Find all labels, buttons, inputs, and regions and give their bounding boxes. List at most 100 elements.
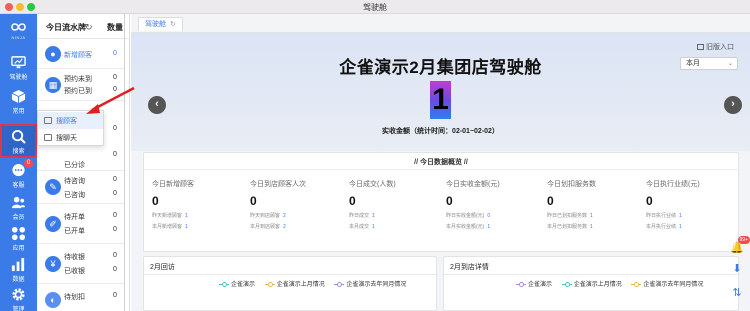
flow-count: 0 (113, 212, 117, 219)
prev-arrow-button[interactable]: ‹ (148, 96, 166, 114)
nav-item-service[interactable]: 0 客服 (0, 158, 37, 192)
stat-sub-value[interactable]: 1 (679, 224, 682, 230)
nav-item-data[interactable]: 数据 (0, 252, 37, 286)
stat-sub-value[interactable]: 1 (185, 224, 188, 230)
stat-sub-label: 本月成交 (349, 224, 370, 230)
legend-marker-icon (264, 281, 275, 287)
old-version-entry[interactable]: 旧版入口 (697, 42, 734, 52)
stat-sub-label: 本月执行业绩 (646, 224, 677, 230)
sort-icon[interactable]: ⇅ (730, 286, 744, 300)
flow-count: 0 (113, 190, 117, 197)
nav-item-common[interactable]: 常用 (0, 84, 37, 118)
legend-item[interactable]: 企雀演示去年同月情况 (334, 279, 406, 288)
stat-sub-value[interactable]: 1 (372, 213, 375, 219)
stat-sub-value[interactable]: 1 (372, 224, 375, 230)
flow-row-new-customer[interactable]: ● 新增顾客 0 (37, 39, 124, 69)
flow-count: 0 (113, 266, 117, 273)
next-arrow-button[interactable]: › (724, 96, 742, 114)
stat-sub-label: 昨天新增顾客 (152, 213, 183, 219)
revenue-counter: 1 (430, 81, 451, 119)
search-chat-item[interactable]: 搜聊天 (38, 129, 103, 146)
infinity-logo-icon (11, 23, 26, 31)
stat-value: 0 (250, 194, 257, 208)
flow-label: 待收银 (64, 254, 85, 261)
nav-label: 会员 (12, 215, 25, 221)
chat-search-icon (44, 134, 52, 141)
panel-scroll-divider (124, 14, 125, 311)
tab-refresh-icon[interactable]: ↻ (170, 21, 176, 28)
nav-item-manage[interactable]: 管理 (0, 282, 37, 311)
stat-sub-value[interactable]: 1 (590, 224, 593, 230)
stat-label: 今日新增顾客 (152, 181, 194, 188)
stat-sub-label: 昨天到店顾客 (250, 213, 281, 219)
legend-item[interactable]: 企雀演示上月情况 (561, 279, 622, 288)
dashboard-title: 企雀演示2月集团店驾驶舱 (339, 58, 542, 77)
legend-marker-icon (631, 281, 642, 287)
stat-sub-value[interactable]: 1 (679, 213, 682, 219)
list-icon (44, 117, 52, 124)
old-entry-label: 旧版入口 (706, 44, 734, 51)
chart-legend: 企雀演示 企雀演示上月情况 企雀演示去年同月情况 (516, 279, 711, 288)
flow-count: 0 (113, 151, 117, 158)
stat-value: 0 (152, 194, 159, 208)
service-badge: 0 (24, 159, 33, 168)
daily-flow-panel: 今日流水牌 ↻ 数量 ● 新增顾客 0 ▦ 预约未到 0 预约已到 0 0 已分… (37, 14, 130, 311)
stat-sub: 本月执行业绩 1 (646, 223, 745, 230)
revenue-label: 实收金额（统计时间：02-01~02-02） (382, 128, 499, 135)
stat-sub: 昨日实收金额(元) 0 (446, 212, 545, 219)
stat-label: 今日成交(人数) (349, 181, 396, 188)
stat-sub: 昨日执行业绩 1 (646, 212, 745, 219)
stat-sub-value[interactable]: 1 (487, 224, 490, 230)
store-visit-card: 2月到店详情 企雀演示 企雀演示上月情况 企雀演示去年同月情况 (443, 256, 739, 311)
dashboard-main: 旧版入口 本月 ⌄ 企雀演示2月集团店驾驶舱 1 实收金额（统计时间：02-01~… (131, 33, 750, 311)
flow-label: 已开单 (64, 228, 85, 235)
card-title: 2月到店详情 (450, 264, 489, 271)
flow-label: 已收银 (64, 268, 85, 275)
nav-item-dashboard[interactable]: 驾驶舱 (0, 50, 37, 84)
stat-sub: 昨天新增顾客 1 (152, 212, 251, 219)
app-logo: NINJA (0, 20, 37, 46)
stat-label: 今日实收金额(元) (446, 181, 500, 188)
flow-count: 0 (113, 252, 117, 259)
flow-label: 待划扣 (64, 294, 85, 301)
title-bar: 驾驶舱 (0, 0, 750, 14)
stat-sub-value[interactable]: 2 (283, 213, 286, 219)
monitor-icon (11, 56, 26, 69)
legend-marker-icon (334, 281, 345, 287)
stat-sub-value[interactable]: 1 (590, 213, 593, 219)
legend-item[interactable]: 企雀演示去年同月情况 (631, 279, 703, 288)
stat-sub-label: 昨日执行业绩 (646, 213, 677, 219)
stat-sub-value[interactable]: 2 (283, 224, 286, 230)
legend-item[interactable]: 企雀演示上月情况 (264, 279, 325, 288)
stat-sub: 昨日已划扣服务数 1 (547, 212, 646, 219)
tab-dashboard[interactable]: 驾驶舱 ↻ (138, 17, 183, 31)
annotation-arrow-icon (86, 86, 135, 114)
flow-label: 预约未到 (64, 76, 92, 83)
legend-item[interactable]: 企雀演示 (219, 279, 255, 288)
stat-sub-value[interactable]: 1 (185, 213, 188, 219)
popup-item-label: 搜顾客 (56, 118, 77, 125)
flow-label: 已分诊 (64, 162, 85, 169)
flow-row-order[interactable]: ✐ 待开单 0 已开单 0 (37, 204, 124, 244)
nav-item-apps[interactable]: 应用 (0, 221, 37, 255)
download-icon[interactable]: ⬇ (730, 262, 744, 276)
nav-label: 常用 (12, 109, 25, 115)
stat-value: 0 (547, 194, 554, 208)
flow-row-consult[interactable]: ✎ 待咨询 0 已咨询 0 (37, 171, 124, 204)
stat-sub: 本月实收金额(元) 1 (446, 223, 545, 230)
card-title: 2月回访 (150, 264, 175, 271)
nav-item-members[interactable]: 会员 (0, 190, 37, 224)
flow-row-cashier[interactable]: ¥ 待收银 0 已收银 0 (37, 244, 124, 284)
refresh-icon[interactable]: ↻ (85, 22, 93, 33)
stat-sub-value[interactable]: 0 (487, 213, 490, 219)
flow-row-deduct[interactable]: ◐ 待划扣 0 (37, 284, 124, 311)
legend-marker-icon (219, 281, 229, 287)
bar-chart-icon (11, 257, 25, 272)
stat-new-customers: 今日新增顾客 0 昨天新增顾客 1 本月新增顾客 1 (152, 179, 251, 230)
popup-item-label: 搜聊天 (56, 135, 77, 142)
legend-item[interactable]: 企雀演示 (516, 279, 552, 288)
nav-item-search[interactable]: 搜索 (0, 124, 37, 158)
apps-icon (11, 226, 26, 241)
person-icon: ● (45, 46, 61, 62)
hero-section: 旧版入口 本月 ⌄ 企雀演示2月集团店驾驶舱 1 实收金额（统计时间：02-01~… (131, 33, 750, 151)
